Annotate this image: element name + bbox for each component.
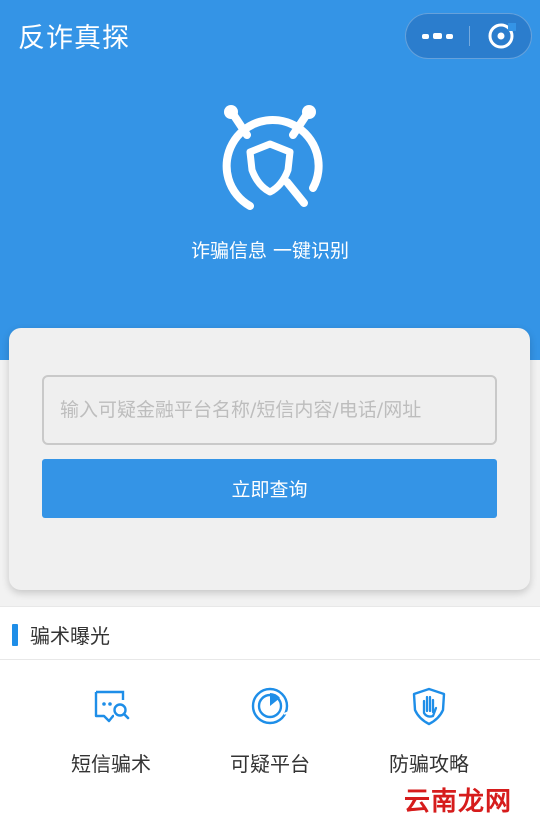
platform-gauge-icon (251, 687, 290, 725)
search-input[interactable] (42, 375, 497, 445)
feature-sms-scam[interactable]: 短信骗术 (26, 686, 196, 777)
feature-label: 短信骗术 (71, 752, 151, 776)
close-button[interactable] (470, 14, 532, 58)
query-button[interactable]: 立即查询 (42, 459, 497, 518)
feature-label: 可疑平台 (230, 752, 310, 776)
source-watermark: 云南龙网 (404, 787, 513, 817)
close-target-icon (488, 23, 516, 49)
section-header: 骗术曝光 (0, 606, 540, 660)
hero-banner: 反诈真探 诈骗信息 一键识别 (0, 0, 540, 360)
shield-search-robot-icon (222, 105, 323, 210)
feature-label: 防骗攻略 (389, 752, 469, 776)
sms-search-icon (94, 690, 130, 723)
app-title: 反诈真探 (18, 23, 130, 54)
section-accent-bar (12, 624, 18, 646)
more-button[interactable] (406, 14, 469, 58)
feature-anti-fraud-guide[interactable]: 防骗攻略 (344, 686, 514, 777)
mini-program-capsule (405, 13, 532, 59)
feature-suspicious-platform[interactable]: 可疑平台 (185, 686, 355, 777)
more-dots-icon (422, 33, 429, 39)
hero-slogan: 诈骗信息 一键识别 (190, 240, 350, 262)
shield-hand-icon (412, 687, 446, 726)
section-title: 骗术曝光 (30, 624, 110, 648)
search-card: 立即查询 (9, 328, 530, 590)
